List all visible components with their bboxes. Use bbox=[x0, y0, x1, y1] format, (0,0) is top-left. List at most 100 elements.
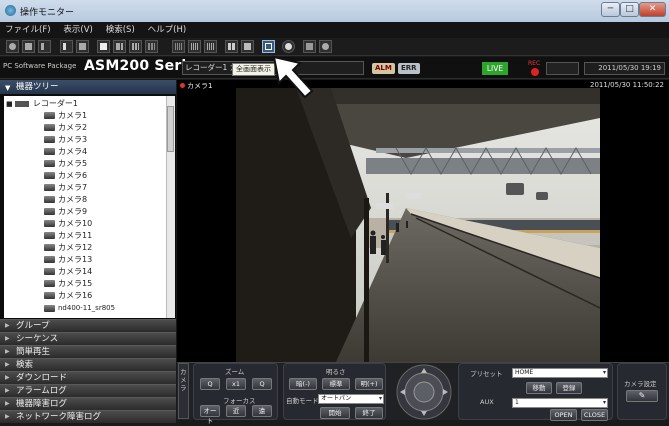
camera-tab[interactable]: カメラ bbox=[178, 363, 189, 419]
layout-4-icon[interactable] bbox=[113, 40, 126, 53]
tree-camera[interactable]: カメラ6 bbox=[44, 170, 87, 182]
brightness-standard-button[interactable]: 標準 bbox=[322, 378, 350, 390]
collapse-triangle-icon: ▼ bbox=[5, 84, 11, 92]
camera-icon bbox=[44, 220, 55, 227]
app-icon bbox=[5, 5, 16, 16]
brightness-plus-button[interactable]: 明(+) bbox=[355, 378, 383, 390]
tree-camera[interactable]: カメラ11 bbox=[44, 230, 92, 242]
camera-icon[interactable] bbox=[6, 40, 19, 53]
camera-settings-button[interactable]: ✎ bbox=[626, 390, 658, 402]
side-menu-sequence[interactable]: ▶ シーケンス bbox=[0, 332, 176, 345]
title-bar: 操作モニター ─ □ ✕ bbox=[0, 0, 669, 22]
layout-9-icon[interactable] bbox=[129, 40, 142, 53]
sidebar-icon[interactable] bbox=[38, 40, 51, 53]
window-title: 操作モニター bbox=[20, 8, 75, 18]
focus-near-button[interactable]: 近 bbox=[226, 405, 246, 417]
close-button[interactable]: ✕ bbox=[639, 2, 666, 17]
preset-move-button[interactable]: 移動 bbox=[526, 382, 552, 394]
side-menu-download[interactable]: ▶ ダウンロード bbox=[0, 371, 176, 384]
layout-25-icon[interactable] bbox=[204, 40, 217, 53]
zoom-x1-button[interactable]: x1 bbox=[226, 378, 246, 390]
aux-close-button[interactable]: CLOSE bbox=[581, 409, 608, 421]
tree-recorder[interactable]: ■ レコーダー1 bbox=[6, 98, 78, 110]
tree-camera[interactable]: カメラ16 bbox=[44, 290, 92, 302]
zoom-out-button[interactable]: Q bbox=[200, 378, 220, 390]
package-label: PC Software Package bbox=[3, 62, 77, 70]
preset-select[interactable]: HOME ▾ bbox=[512, 368, 608, 378]
camera-icon bbox=[44, 148, 55, 155]
camera-icon bbox=[44, 304, 55, 312]
tree-camera[interactable]: カメラ5 bbox=[44, 158, 87, 170]
camera-icon bbox=[44, 160, 55, 167]
side-menu-device-error-log[interactable]: ▶ 機器障害ログ bbox=[0, 397, 176, 410]
toolbar bbox=[0, 38, 669, 56]
aux-select[interactable]: 1 ▾ bbox=[512, 398, 608, 408]
device-tree-title: 機器ツリー bbox=[16, 82, 59, 92]
camera-icon bbox=[44, 280, 55, 287]
focus-auto-button[interactable]: オート bbox=[200, 405, 220, 425]
brightness-minus-button[interactable]: 暗(-) bbox=[289, 378, 317, 390]
tree-camera[interactable]: カメラ14 bbox=[44, 266, 92, 278]
tree-camera[interactable]: カメラ8 bbox=[44, 194, 87, 206]
tree-camera[interactable]: カメラ9 bbox=[44, 206, 87, 218]
tree-camera[interactable]: カメラ13 bbox=[44, 254, 92, 266]
rec-label: REC bbox=[528, 60, 541, 67]
video-camera-label: カメラ1 bbox=[180, 81, 212, 91]
ptz-joystick[interactable] bbox=[396, 364, 452, 420]
tree-camera[interactable]: カメラ4 bbox=[44, 146, 87, 158]
tree-camera[interactable]: カメラ1 bbox=[44, 110, 87, 122]
tree-camera[interactable]: nd400-11_sr805 bbox=[44, 302, 115, 314]
monitor-icon[interactable] bbox=[22, 40, 35, 53]
alarm-badge[interactable]: ALM bbox=[372, 63, 395, 74]
menu-view[interactable]: 表示(V) bbox=[58, 22, 97, 38]
aux-open-button[interactable]: OPEN bbox=[550, 409, 577, 421]
auto-mode-select[interactable]: オートパン ▾ bbox=[318, 394, 384, 404]
tree-camera[interactable]: カメラ7 bbox=[44, 182, 87, 194]
minimize-button[interactable]: ─ bbox=[601, 2, 620, 17]
device-tree-header[interactable]: ▼ 機器ツリー bbox=[0, 80, 176, 94]
layout-1-icon[interactable] bbox=[97, 40, 110, 53]
tree-camera[interactable]: カメラ10 bbox=[44, 218, 92, 230]
layout-9b-icon[interactable] bbox=[145, 40, 158, 53]
menu-bar: ファイル(F) 表示(V) 検索(S) ヘルプ(H) bbox=[0, 22, 669, 38]
pointer-arrow-icon bbox=[272, 55, 314, 99]
camera-icon bbox=[44, 124, 55, 131]
side-menu-alarm-log[interactable]: ▶ アラームログ bbox=[0, 384, 176, 397]
preset-register-button[interactable]: 登録 bbox=[556, 382, 582, 394]
side-menu-group[interactable]: ▶ グループ bbox=[0, 319, 176, 332]
camera-icon bbox=[44, 244, 55, 251]
brightness-label: 明るさ bbox=[326, 368, 346, 376]
camera-video-feed bbox=[236, 88, 600, 362]
menu-search[interactable]: 検索(S) bbox=[101, 22, 140, 38]
layout-wide-icon[interactable] bbox=[241, 40, 254, 53]
layout-tree-icon[interactable] bbox=[76, 40, 89, 53]
menu-file[interactable]: ファイル(F) bbox=[0, 22, 56, 38]
auto-end-button[interactable]: 終了 bbox=[355, 407, 383, 419]
maximize-button[interactable]: □ bbox=[620, 2, 639, 17]
menu-help[interactable]: ヘルプ(H) bbox=[143, 22, 192, 38]
rec-status-box bbox=[546, 62, 579, 75]
layout-16b-icon[interactable] bbox=[188, 40, 201, 53]
focus-far-button[interactable]: 遠 bbox=[252, 405, 272, 417]
layout-split-icon[interactable] bbox=[60, 40, 73, 53]
tree-camera[interactable]: カメラ12 bbox=[44, 242, 92, 254]
side-menu-search[interactable]: ▶ 検索 bbox=[0, 358, 176, 371]
live-indicator: LIVE bbox=[482, 62, 508, 75]
video-timestamp: 2011/05/30 11:50:22 bbox=[590, 81, 665, 89]
auto-start-button[interactable]: 開始 bbox=[320, 407, 350, 419]
live-dot-icon bbox=[180, 83, 185, 88]
error-badge[interactable]: ERR bbox=[398, 63, 420, 74]
tree-camera[interactable]: カメラ15 bbox=[44, 278, 92, 290]
zoom-in-button[interactable]: Q bbox=[252, 378, 272, 390]
side-menu-easy-playback[interactable]: ▶ 簡単再生 bbox=[0, 345, 176, 358]
tree-camera[interactable]: カメラ3 bbox=[44, 134, 87, 146]
camera-icon bbox=[44, 256, 55, 263]
camera-settings-label: カメラ設定 bbox=[624, 380, 657, 388]
layout-16-icon[interactable] bbox=[172, 40, 185, 53]
tree-camera[interactable]: カメラ2 bbox=[44, 122, 87, 134]
layout-quad-icon[interactable] bbox=[225, 40, 238, 53]
side-menu-network-error-log[interactable]: ▶ ネットワーク障害ログ bbox=[0, 410, 176, 423]
tree-scrollbar-thumb[interactable] bbox=[167, 106, 174, 152]
camera-icon bbox=[44, 112, 55, 119]
camera-icon bbox=[44, 172, 55, 179]
